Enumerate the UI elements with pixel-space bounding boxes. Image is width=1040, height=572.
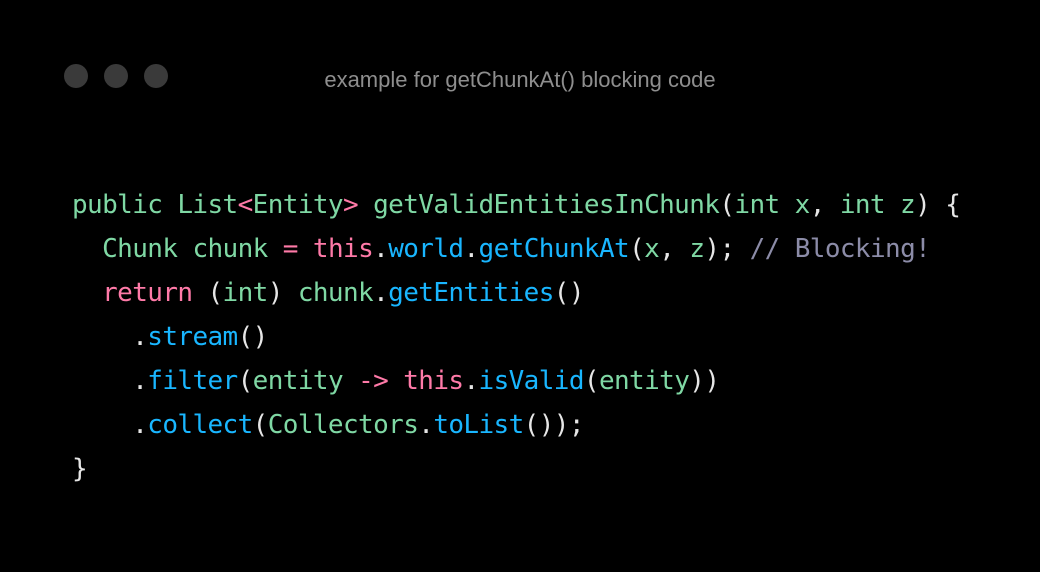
code-token: int: [839, 190, 886, 220]
code-token: getEntities: [388, 278, 554, 308]
code-token: toList: [433, 410, 524, 440]
code-token: <: [237, 190, 254, 220]
code-token: int: [734, 190, 780, 220]
code-token: (: [629, 234, 645, 264]
code-token: Chunk: [102, 234, 178, 264]
code-line: }: [72, 447, 960, 491]
code-token: (: [583, 366, 600, 396]
code-token: .: [72, 410, 148, 440]
code-token: public: [72, 190, 178, 220]
code-token: ->: [358, 366, 389, 396]
code-token: chunk: [192, 234, 268, 264]
code-token: getValidEntitiesInChunk: [373, 190, 720, 220]
code-line: .stream(): [72, 315, 960, 359]
code-token: x: [644, 234, 660, 264]
code-token: getChunkAt: [478, 234, 630, 264]
code-token: chunk: [297, 278, 374, 308]
code-token: (): [237, 322, 269, 352]
code-token: isValid: [478, 366, 585, 396]
code-token: =: [282, 234, 299, 264]
code-block: public List<Entity> getValidEntitiesInCh…: [72, 183, 961, 491]
window-title: example for getChunkAt() blocking code: [324, 67, 716, 92]
code-token: )): [689, 366, 720, 396]
code-line: .filter(entity -> this.isValid(entity)): [72, 359, 960, 403]
code-token: this: [312, 234, 374, 264]
code-token: z: [689, 234, 705, 264]
code-token: (): [553, 278, 585, 308]
code-token: (: [237, 366, 254, 396]
code-token: }: [72, 454, 88, 484]
code-token: ,: [659, 234, 690, 264]
code-line: return (int) chunk.getEntities(): [72, 271, 960, 315]
code-token: );: [704, 234, 750, 264]
code-token: .: [72, 322, 148, 352]
code-token: Entity: [252, 190, 344, 220]
code-token: Collectors: [267, 410, 419, 440]
code-token: .: [72, 366, 148, 396]
code-token: .: [418, 410, 434, 440]
code-token: .: [373, 278, 389, 308]
code-token: ,: [809, 190, 840, 220]
code-token: (: [719, 190, 735, 220]
title-bar: example for getChunkAt() blocking code: [0, 52, 1040, 100]
code-token: .: [373, 234, 389, 264]
code-token: x: [794, 190, 811, 220]
code-token: >: [342, 190, 359, 220]
code-token: collect: [147, 410, 253, 440]
code-token: filter: [147, 366, 238, 396]
code-window: example for getChunkAt() blocking code p…: [0, 0, 1040, 572]
code-token: ): [267, 278, 298, 308]
code-token: (: [192, 278, 223, 308]
code-line: public List<Entity> getValidEntitiesInCh…: [72, 183, 961, 227]
code-token: world: [388, 234, 464, 264]
code-line: .collect(Collectors.toList());: [72, 403, 960, 447]
code-token: .: [463, 234, 479, 264]
code-line: Chunk chunk = this.world.getChunkAt(x, z…: [72, 227, 960, 271]
code-token: return: [102, 278, 193, 308]
code-token: (: [252, 410, 269, 440]
code-token: List: [177, 190, 238, 220]
code-token: stream: [147, 322, 238, 352]
code-token: this: [403, 366, 464, 396]
code-token: // Blocking!: [749, 234, 931, 264]
code-token: ());: [523, 410, 585, 440]
code-token: z: [900, 190, 916, 220]
code-token: entity: [598, 366, 690, 396]
code-token: ) {: [915, 190, 961, 220]
code-token: .: [463, 366, 479, 396]
code-token: entity: [252, 366, 344, 396]
code-token: int: [222, 278, 269, 308]
